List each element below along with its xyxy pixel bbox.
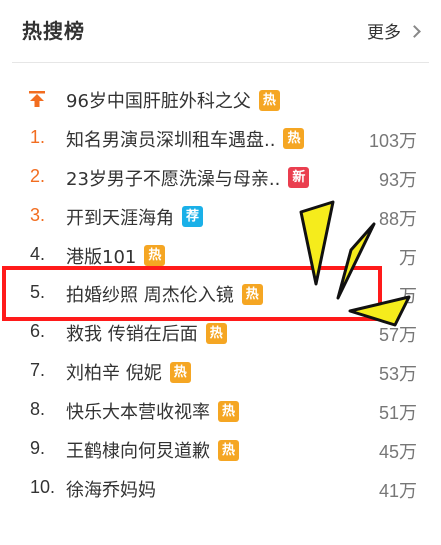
rank-number: 4. [30,243,46,264]
heat-count: 57万 [378,325,417,346]
hot-badge: 热 [241,283,263,305]
hot-badge: 热 [258,89,280,111]
header-divider [12,62,429,63]
heat-count: 41万 [378,480,417,501]
rank-number: 5. [30,282,46,303]
heat-count: 103万 [368,130,417,151]
list-item[interactable]: 3. 开到天涯海角荐 88万 [0,198,441,237]
hot-badge: 热 [144,245,166,267]
list-item[interactable]: 5. 拍婚纱照 周杰伦入镜热 万 [0,275,441,314]
list-item[interactable]: 9. 王鹤棣向何炅道歉热 45万 [0,431,441,470]
rank-number: 9. [30,438,46,459]
list-item[interactable]: 10. 徐海乔妈妈 41万 [0,470,441,509]
list-item[interactable]: 4. 港版101 热 万 [0,237,441,276]
item-text: 23岁男子不愿洗澡与母亲.. [66,168,281,190]
rank-number: 8. [30,399,46,420]
item-text: 王鹤棣向何炅道歉 [66,441,210,463]
item-text: 港版101 [66,246,137,268]
heat-count: 万 [399,247,417,268]
item-text: 快乐大本营收视率 [66,402,210,424]
rank-number: 1. [30,126,46,147]
more-link[interactable]: 更多 [367,18,421,43]
hot-badge: 热 [169,361,191,383]
item-text: 徐海乔妈妈 [66,479,156,501]
rank-number: 10. [30,476,56,497]
item-text: 知名男演员深圳租车遇盘.. [66,129,276,151]
item-text: 开到天涯海角 [66,207,174,229]
rank-number: 2. [30,165,46,186]
hot-badge: 热 [283,128,305,150]
list-item[interactable]: 1. 知名男演员深圳租车遇盘.. 热 103万 [0,120,441,159]
heat-count: 88万 [378,208,417,229]
rank-number: 7. [30,360,46,381]
item-text: 拍婚纱照 周杰伦入镜 [66,285,234,307]
rank-number: 6. [30,321,46,342]
recommend-badge: 荐 [182,206,203,228]
list-item[interactable]: 8. 快乐大本营收视率热 51万 [0,392,441,431]
new-badge: 新 [288,167,310,189]
pin-to-top-icon [29,91,45,107]
heat-count: 45万 [378,442,417,463]
hot-badge: 热 [218,439,239,461]
rank-number: 3. [30,204,46,225]
heat-count: 93万 [378,169,417,190]
heat-count: 53万 [378,364,417,385]
item-text: 救我 传销在后面 [66,324,198,346]
list-item[interactable]: 7. 刘柏辛 倪妮热 53万 [0,353,441,392]
page-title: 热搜榜 [22,19,85,43]
list-item[interactable]: 2. 23岁男子不愿洗澡与母亲.. 新 93万 [0,159,441,198]
more-label: 更多 [367,23,401,43]
item-text: 刘柏辛 倪妮 [66,363,162,385]
chevron-right-icon [408,24,421,38]
heat-count: 万 [399,286,417,307]
hot-search-header: 热搜榜 更多 [0,0,441,62]
list-item[interactable]: 6. 救我 传销在后面热 57万 [0,314,441,353]
pinned-item[interactable]: 96岁中国肝脏外科之父 热 [0,81,441,120]
hot-badge: 热 [218,400,239,422]
hot-badge: 热 [205,322,227,344]
heat-count: 51万 [378,403,417,424]
pinned-item-text: 96岁中国肝脏外科之父 [66,91,251,112]
hot-search-list: 96岁中国肝脏外科之父 热 1. 知名男演员深圳租车遇盘.. 热 103万 2. … [0,81,441,509]
